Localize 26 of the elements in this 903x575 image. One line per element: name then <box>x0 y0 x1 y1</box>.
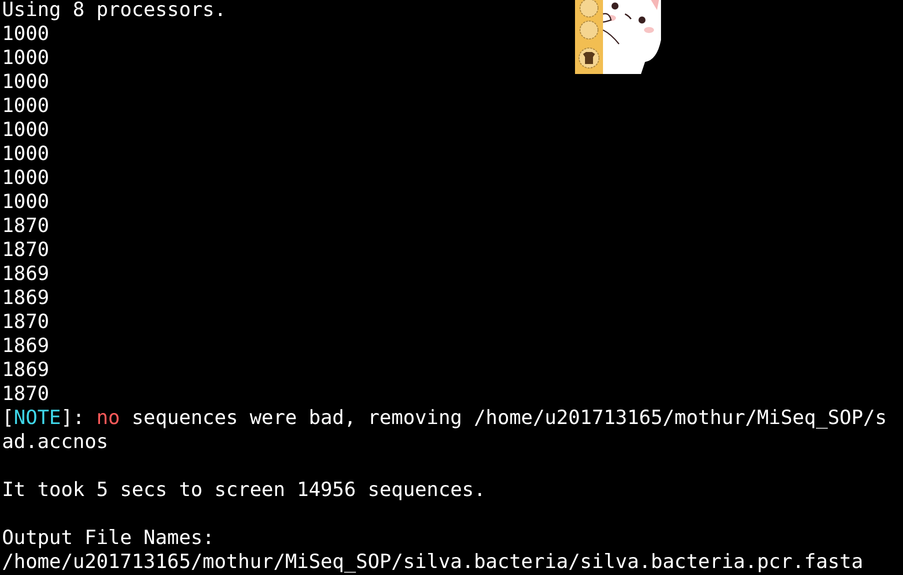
terminal-text: 1000 <box>2 166 50 189</box>
terminal-text: [ <box>2 406 14 429</box>
terminal-text: 1000 <box>2 190 50 213</box>
terminal-text: 1870 <box>2 382 50 405</box>
terminal-text: 1000 <box>2 46 50 69</box>
terminal-text: 1870 <box>2 310 50 333</box>
terminal-text: 1000 <box>2 94 50 117</box>
terminal-text: 1869 <box>2 334 50 357</box>
terminal-text: 1000 <box>2 70 50 93</box>
terminal-text: no <box>96 406 120 429</box>
terminal-text: ]: <box>60 406 86 429</box>
terminal-text: 1000 <box>2 142 50 165</box>
terminal-text: 1869 <box>2 286 50 309</box>
terminal-text: NOTE <box>14 406 61 429</box>
terminal-text: 1000 <box>2 118 50 141</box>
terminal-text: 1870 <box>2 238 50 261</box>
terminal-text: 1869 <box>2 262 50 285</box>
terminal-text: /home/u201713165/mothur/MiSeq_SOP/silva.bacteria/silva.bacteria.pcr.fasta <box>2 550 864 573</box>
terminal-text: sequences were bad, removing /home/u201713165/mothur/MiSeq_SOP/s <box>130 406 887 429</box>
terminal-text: Using 8 processors. <box>2 0 226 21</box>
terminal-text: 1000 <box>2 22 50 45</box>
terminal-text: ad.accnos <box>2 430 108 453</box>
terminal-text: 1870 <box>2 214 50 237</box>
terminal-text: It took 5 secs to screen 14956 sequences. <box>2 478 486 501</box>
terminal-text: Output File Names: <box>2 526 214 549</box>
terminal-text: 1869 <box>2 358 50 381</box>
